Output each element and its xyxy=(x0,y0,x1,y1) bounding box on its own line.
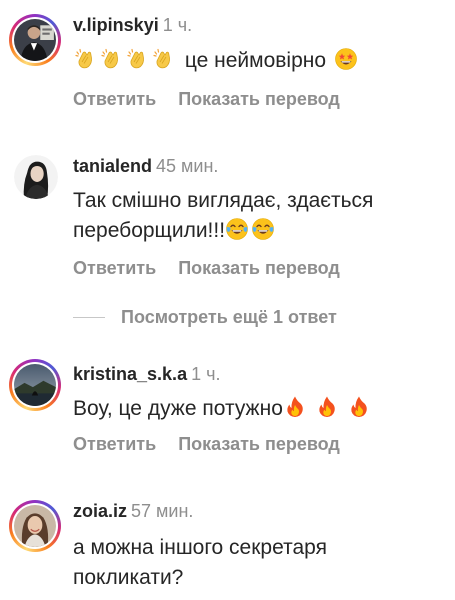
comment-body: Так смішно виглядає, здається переборщил… xyxy=(73,186,443,250)
avatar-story-ring[interactable] xyxy=(9,14,61,66)
comment-timestamp: 45 мин. xyxy=(156,156,219,176)
avatar[interactable] xyxy=(14,155,58,199)
view-more-replies-label: Посмотреть ещё 1 ответ xyxy=(121,306,337,327)
reply-button[interactable]: Ответить xyxy=(73,258,156,278)
show-translation-button[interactable]: Показать перевод xyxy=(178,434,340,454)
clapping-hands-icon xyxy=(151,47,175,80)
comment-username[interactable]: kristina_s.k.a xyxy=(73,364,187,384)
reply-thread-divider xyxy=(73,316,105,318)
view-more-replies-button[interactable]: Посмотреть ещё 1 ответ xyxy=(73,306,337,328)
comment-body: це неймовірно xyxy=(73,46,443,80)
reply-button[interactable]: Ответить xyxy=(73,434,156,454)
clapping-hands-icon xyxy=(99,47,123,80)
comment-body: а можна іншого секретаря покликати? xyxy=(73,533,443,593)
clapping-hands-icon xyxy=(125,47,149,80)
comment-text: Воу, це дуже потужно xyxy=(73,397,283,420)
comment-text: Так смішно виглядає, здається переборщил… xyxy=(73,189,374,242)
avatar-story-ring[interactable] xyxy=(9,359,61,411)
user-avatar-woman-dark-hair xyxy=(14,155,58,199)
reply-button[interactable]: Ответить xyxy=(73,89,156,109)
show-translation-button[interactable]: Показать перевод xyxy=(178,89,340,109)
star-struck-face-icon xyxy=(334,47,358,80)
tears-of-joy-face-icon xyxy=(251,217,275,250)
user-avatar-woman-smiling xyxy=(14,505,56,547)
fire-icon xyxy=(347,395,371,428)
show-translation-button[interactable]: Показать перевод xyxy=(178,258,340,278)
comment-text: це неймовірно xyxy=(184,49,327,72)
user-avatar-man-suit xyxy=(14,19,56,61)
comment-body: Воу, це дуже потужно xyxy=(73,394,443,428)
comment-timestamp: 1 ч. xyxy=(191,364,221,384)
comment-timestamp: 57 мин. xyxy=(131,501,194,521)
fire-icon xyxy=(283,395,307,428)
fire-icon xyxy=(315,395,339,428)
clapping-hands-icon xyxy=(73,47,97,80)
avatar-story-ring[interactable] xyxy=(9,500,61,552)
comment-username[interactable]: v.lipinskyi xyxy=(73,15,159,35)
tears-of-joy-face-icon xyxy=(225,217,249,250)
comment-username[interactable]: tanialend xyxy=(73,156,152,176)
comment-username[interactable]: zoia.iz xyxy=(73,501,127,521)
comment-timestamp: 1 ч. xyxy=(162,15,193,35)
user-avatar-landscape xyxy=(14,364,56,406)
comment-text: а можна іншого секретаря покликати? xyxy=(73,536,327,589)
